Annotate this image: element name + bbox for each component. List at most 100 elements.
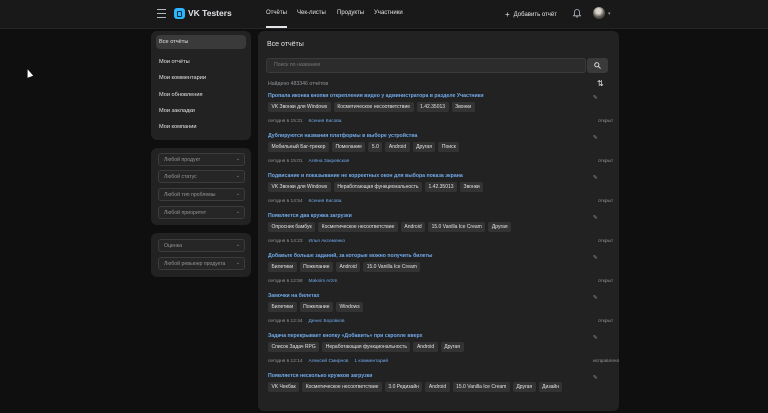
edit-icon[interactable]: ✎ — [593, 175, 598, 181]
report-tag[interactable]: Другая — [488, 222, 512, 232]
priority-filter[interactable]: Любой приоритет ⌄ — [158, 206, 245, 219]
report-tag[interactable]: Звонки — [460, 182, 484, 192]
chevron-down-icon[interactable]: ▾ — [608, 11, 611, 17]
sidebar-item-my-updates[interactable]: Мои обновления — [159, 92, 203, 98]
nav-products[interactable]: Продукты — [337, 10, 364, 16]
report-tag[interactable]: 15.0 Vanilla Ice Cream — [428, 222, 486, 232]
report-tag[interactable]: Билетики — [268, 302, 297, 312]
report-tag[interactable]: Android — [425, 382, 450, 392]
report-title-link[interactable]: Появляется несколько кружков загрузки — [268, 373, 372, 379]
report-item[interactable]: Появляется два кружка загрузки ✎ Опросник … — [268, 213, 613, 253]
report-author-link[interactable]: Ксения Кисова — [309, 119, 342, 124]
report-tag[interactable]: Другая — [440, 342, 464, 352]
report-tag[interactable]: Дизайн — [538, 382, 563, 392]
status-badge: открыт — [598, 199, 614, 204]
report-tag[interactable]: Пожелание — [299, 262, 333, 272]
report-tag[interactable]: VK Чекбак — [268, 382, 300, 392]
report-tag[interactable]: Помелание — [331, 142, 366, 152]
menu-icon[interactable] — [157, 9, 166, 18]
sidebar-item-my-bookmarks[interactable]: Мои закладки — [159, 108, 195, 114]
report-title-link[interactable]: Замочки на билетах — [268, 293, 319, 299]
edit-icon[interactable]: ✎ — [593, 255, 598, 261]
report-comments-link[interactable]: 1 комментарий — [354, 359, 388, 364]
report-item[interactable]: Задача перекрывает кнопку «Добавить» при… — [268, 333, 619, 373]
report-author-link[interactable]: Денис Боровков — [309, 319, 345, 324]
report-item[interactable]: Подвисание и показывание не корректных о… — [268, 173, 613, 213]
report-tag[interactable]: Опросник бамбук — [268, 222, 316, 232]
problem-type-filter[interactable]: Любой тип проблемы ⌄ — [158, 188, 245, 201]
edit-icon[interactable]: ✎ — [593, 215, 598, 221]
report-item[interactable]: Добавьте больше заданий, за которые можн… — [268, 253, 613, 293]
report-tag[interactable]: Билетики — [268, 262, 297, 272]
sidebar-item-my-companies[interactable]: Мои компании — [159, 124, 196, 130]
nav-checklists[interactable]: Чек-листы — [297, 10, 326, 16]
search-input[interactable]: Поиск по названию — [266, 58, 586, 73]
avatar[interactable] — [593, 7, 605, 19]
product-filter[interactable]: Любой продукт ⌄ — [158, 153, 245, 166]
edit-icon[interactable]: ✎ — [593, 335, 598, 341]
edit-icon[interactable]: ✎ — [593, 375, 598, 381]
report-tag[interactable]: Android — [413, 342, 438, 352]
report-title-link[interactable]: Пропала иконка кнопки открепления видео … — [268, 93, 484, 99]
report-tag[interactable]: Неработающая функциональность — [333, 182, 423, 192]
report-tags: Список Задач RPG Неработающая функциональ… — [268, 342, 464, 352]
status-badge: открыт — [598, 279, 614, 284]
sidebar-item-all-reports[interactable]: Все отчёты — [159, 39, 188, 45]
report-author-link[interactable]: Алексей Смирнов — [309, 359, 349, 364]
report-tag[interactable]: Косметическое несоответствие — [318, 222, 398, 232]
report-author-link[interactable]: Илья Аксеменко — [309, 239, 346, 244]
report-item[interactable]: Замочки на билетах ✎ Билетики Пожелание Wind… — [268, 293, 613, 333]
report-author-link[interactable]: Maksim Arzm — [309, 279, 338, 284]
report-tag[interactable]: Windows — [335, 302, 364, 312]
report-title-link[interactable]: Добавьте больше заданий, за которые можн… — [268, 253, 432, 259]
report-tag[interactable]: Мобильный Баг-трекер — [268, 142, 329, 152]
report-title-link[interactable]: Появляется два кружка загрузки — [268, 213, 352, 219]
report-item[interactable]: Появляется несколько кружков загрузки ✎ VK… — [268, 373, 608, 413]
report-title-link[interactable]: Дублируются названия платформы в выборе … — [268, 133, 417, 139]
report-title-link[interactable]: Задача перекрывает кнопку «Добавить» при… — [268, 333, 423, 339]
report-tag[interactable]: Другая — [412, 142, 436, 152]
report-tag[interactable]: 15.0 Vanilla Ice Cream — [452, 382, 510, 392]
sort-icon[interactable]: ⇅ — [597, 79, 604, 88]
edit-icon[interactable]: ✎ — [593, 135, 598, 141]
report-title-link[interactable]: Подвисание и показывание не корректных о… — [268, 173, 463, 179]
report-tag[interactable]: 15.0 Vanilla Ice Cream — [363, 262, 421, 272]
report-tag[interactable]: Другая — [512, 382, 536, 392]
report-tags: Билетики Пожелание Android 15.0 Vanilla Ice… — [268, 262, 421, 272]
report-tag[interactable]: Косметическое несоответствие — [333, 102, 414, 112]
app-logo-icon[interactable] — [174, 8, 185, 19]
report-tag[interactable]: Поиск — [438, 142, 460, 152]
report-tag[interactable]: 3.0 Редизайн — [384, 382, 423, 392]
add-report-button[interactable]: + Добавить отчёт — [505, 9, 557, 19]
edit-icon[interactable]: ✎ — [593, 95, 598, 101]
edit-icon[interactable]: ✎ — [593, 295, 598, 301]
report-tag[interactable]: Android — [335, 262, 361, 272]
report-tag[interactable]: Неработающая функциональность — [322, 342, 411, 352]
report-tag[interactable]: Android — [400, 222, 426, 232]
report-tag[interactable]: VK Звонки для Windows — [268, 182, 331, 192]
bell-icon[interactable] — [573, 9, 581, 18]
report-tag[interactable]: Список Задач RPG — [268, 342, 320, 352]
report-tag[interactable]: 5.0 — [368, 142, 383, 152]
report-tag[interactable]: 1.42.35013 — [416, 102, 449, 112]
report-item[interactable]: Пропала иконка кнопки открепления видео … — [268, 93, 613, 133]
report-tag[interactable]: Звонки — [451, 102, 475, 112]
report-author-link[interactable]: Ксения Кисова — [309, 199, 342, 204]
report-item[interactable]: Дублируются названия платформы в выборе … — [268, 133, 613, 173]
sidebar-menu: Все отчёты Мои отчёты Мои комментарии Мо… — [151, 31, 251, 140]
nav-reports[interactable]: Отчёты — [266, 10, 287, 28]
report-tag[interactable]: VK Звонки для Windows — [268, 102, 331, 112]
report-tag[interactable]: Косметическое несоответствие — [302, 382, 382, 392]
reviewer-filter[interactable]: Любой ревьюер продукта ⌄ — [158, 257, 245, 270]
sidebar-item-my-reports[interactable]: Мои отчёты — [159, 59, 190, 65]
report-tag[interactable]: Android — [385, 142, 410, 152]
search-button[interactable] — [587, 58, 608, 73]
report-author-link[interactable]: Алёна Закревская — [309, 159, 350, 164]
app-title[interactable]: VK Testers — [188, 8, 232, 18]
nav-participants[interactable]: Участники — [374, 10, 403, 16]
status-filter[interactable]: Любой статус ⌄ — [158, 170, 245, 183]
report-tag[interactable]: Пожелание — [299, 302, 333, 312]
report-tag[interactable]: 1.42.35013 — [425, 182, 458, 192]
sidebar-item-my-comments[interactable]: Мои комментарии — [159, 75, 206, 81]
rating-filter[interactable]: Оценка ⌄ — [158, 239, 245, 252]
